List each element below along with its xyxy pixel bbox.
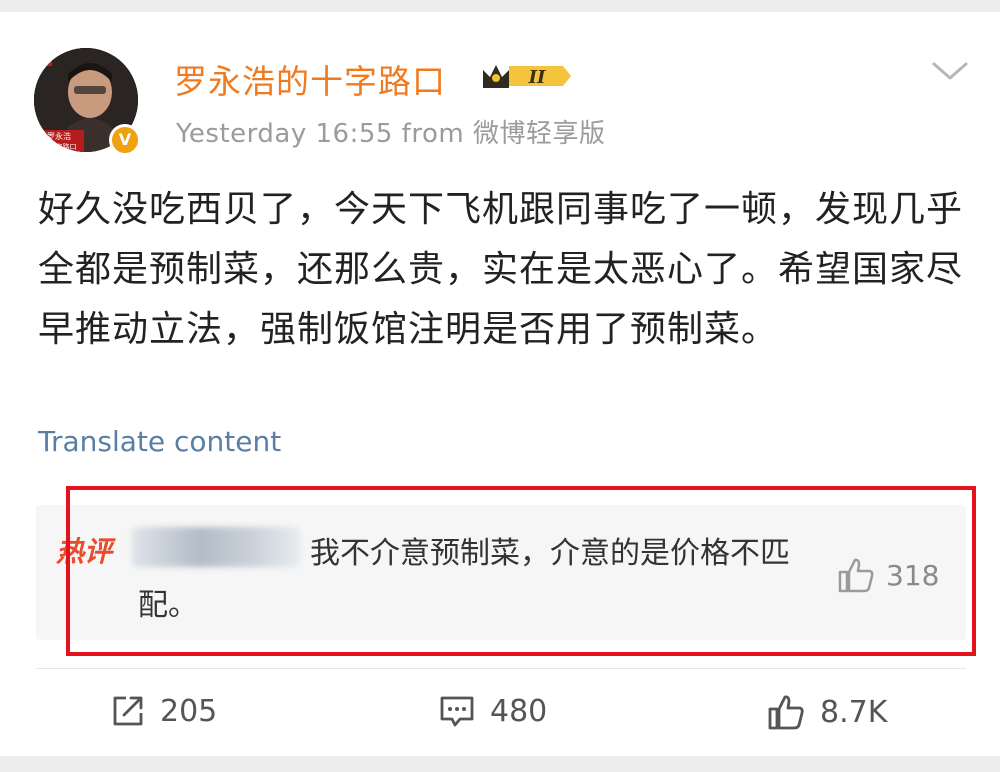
comment-button[interactable]: 480 (438, 693, 547, 729)
post-meta: Yesterday 16:55 from 微博轻享版 (176, 119, 606, 149)
repost-button[interactable]: 205 (110, 693, 217, 729)
vip-crown-badge-icon: II (483, 65, 571, 88)
verified-badge-icon: V (109, 124, 141, 156)
post-text: 好久没吃西贝了，今天下飞机跟同事吃了一顿，发现几乎全都是预制菜，还那么贵，实在是… (38, 189, 964, 350)
vip-level: II (528, 67, 546, 88)
divider (36, 668, 966, 669)
username[interactable]: 罗永浩的十字路口 (174, 55, 446, 103)
chevron-down-icon[interactable] (930, 58, 970, 84)
repost-icon (113, 696, 143, 726)
comment-count: 480 (490, 693, 548, 729)
comment-icon (440, 696, 474, 727)
bottom-strip (0, 756, 1000, 772)
avatar-caption-line2: 的十字路口 (42, 142, 77, 151)
like-button[interactable]: 8.7K (766, 693, 887, 731)
repost-count: 205 (160, 693, 218, 729)
thumbs-up-icon (768, 695, 804, 730)
avatar-caption-line1: 罗永浩 (47, 131, 71, 141)
translate-link[interactable]: Translate content (38, 425, 281, 458)
like-count: 8.7K (820, 694, 888, 730)
top-strip (0, 0, 1000, 12)
highlight-box (66, 486, 976, 656)
